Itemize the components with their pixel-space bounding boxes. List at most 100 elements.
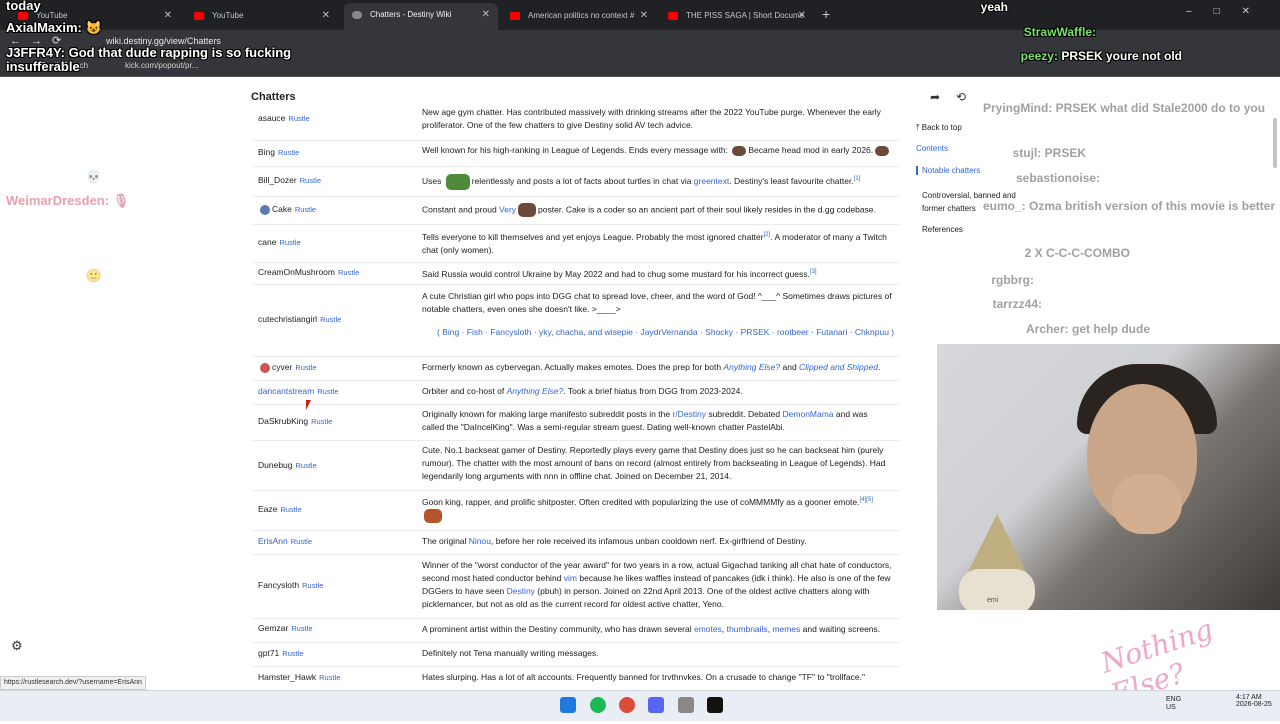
tiktok-icon[interactable] [707, 697, 723, 713]
table-row: Fancysloth Rustle Winner of the "worst co… [252, 554, 900, 619]
chat-message: J3FFR4Y: God that dude rapping is so fuc… [6, 45, 292, 74]
rustle-link[interactable]: Rustle [302, 581, 323, 590]
share-icon[interactable]: ➦ [930, 90, 940, 104]
chatter-description: Said Russia would control Ukraine by May… [422, 268, 817, 279]
chatter-description: Definitely not Tena manually writing mes… [422, 648, 599, 658]
status-bar-url: https://rustlesearch.dev/?username=ErisA… [0, 676, 146, 690]
rustle-link[interactable]: Rustle [288, 114, 309, 123]
chat-message: eumo_: Ozma british version of this movi… [983, 199, 1276, 213]
chatter-description: Goon king, rapper, and prolific shitpost… [422, 494, 892, 523]
rustle-link[interactable]: Rustle [300, 176, 321, 185]
chatter-name: cane Rustle [258, 237, 301, 247]
discord-icon[interactable] [648, 697, 664, 713]
window-controls[interactable]: –□✕ [1186, 6, 1272, 17]
tab-american-politics[interactable]: American politics no context # ✕ [502, 5, 656, 27]
taskbar [0, 690, 1280, 721]
chrome-icon[interactable] [619, 697, 635, 713]
table-row: cyver Rustle Formerly known as cybervegan… [252, 356, 900, 381]
emote-icon [875, 145, 890, 156]
rustle-link[interactable]: Rustle [320, 315, 341, 324]
settings-icon[interactable] [678, 697, 694, 713]
rustle-link[interactable]: Rustle [296, 461, 317, 470]
chatter-name: cyver Rustle [258, 362, 317, 373]
drawings-list[interactable]: ( Bing · Fish · Fancysloth · yky, chacha… [437, 326, 907, 339]
chatter-name: Hamster_Hawk Rustle [258, 672, 341, 682]
table-row: asauce Rustle New age gym chatter. Has co… [252, 106, 900, 141]
chatter-description: A prominent artist within the Destiny co… [422, 624, 881, 634]
emote-icon: 😺 [85, 20, 102, 35]
tab-youtube-2[interactable]: YouTube ✕ [186, 5, 338, 27]
chat-message: WeimarDresden: 🎙 [6, 193, 130, 208]
rustle-link[interactable]: Rustle [317, 387, 338, 396]
chatter-description: The original Ninou, before her role rece… [422, 536, 807, 546]
table-row: Gemzar Rustle A prominent artist within t… [252, 618, 900, 643]
toc-contents[interactable]: Contents [916, 144, 948, 153]
rustle-link[interactable]: Rustle [295, 363, 316, 372]
close-icon[interactable]: ✕ [322, 5, 330, 27]
chatter-name: Bing Rustle [258, 147, 300, 157]
chat-message: Archer: get help dude [1025, 322, 1150, 336]
chatter-name: dancantstream Rustle [258, 386, 339, 396]
close-icon[interactable]: ✕ [640, 5, 648, 27]
rustle-link[interactable]: Rustle [282, 649, 303, 658]
emote-icon [732, 145, 747, 156]
chat-message: J3FFR4Y: OMG YES!!!!! DRILL ME DADDY!!! [6, 99, 216, 138]
rustle-link[interactable]: Rustle [280, 505, 301, 514]
rustle-link[interactable]: Rustle [319, 673, 340, 682]
rustle-link[interactable]: Rustle [311, 417, 332, 426]
windows-start-icon[interactable] [560, 697, 576, 713]
rustle-link[interactable]: Rustle [338, 268, 359, 277]
chat-message: sebastionoise: [1015, 171, 1100, 185]
turtle-emote-icon [445, 173, 470, 190]
tab-piss-saga[interactable]: THE PISS SAGA | Short Docume ✕ [660, 5, 814, 27]
emote-icon: 🎙 [112, 193, 130, 208]
chat-message: AxialMaxim: 💀 [6, 169, 102, 184]
close-icon[interactable]: ✕ [164, 5, 172, 27]
clock[interactable]: 4:17 AM 2026-08-25 [1236, 694, 1272, 708]
table-row: Cake Rustle Constant and proud Very poster… [252, 196, 900, 225]
gnome-label: emi [987, 597, 999, 604]
table-row: CreamOnMushroom Rustle Said Russia would … [252, 262, 900, 285]
overlay-corner-text: today [6, 0, 41, 13]
rustle-link[interactable]: Rustle [279, 238, 300, 247]
language-indicator[interactable]: ENG US [1166, 696, 1186, 712]
youtube-icon [18, 12, 28, 20]
chat-message: AxialMaxim: NEW LORE [6, 243, 156, 258]
table-row: ErisAnn Rustle The original Ninou, before… [252, 530, 900, 555]
back-to-top-link[interactable]: ⤒ Back to top [916, 123, 962, 133]
youtube-icon [194, 12, 204, 20]
rustle-link[interactable]: Rustle [295, 205, 316, 214]
scrollbar[interactable] [1273, 118, 1277, 168]
chat-message: stujl: PRSEK [1012, 146, 1086, 160]
tab-chatters-wiki[interactable]: Chatters - Destiny Wiki ✕ [344, 3, 498, 30]
mouse-cursor [306, 400, 311, 410]
gear-icon[interactable]: ⚙ [11, 638, 23, 654]
toc-references[interactable]: References [922, 225, 963, 234]
webcam-feed: emi [937, 344, 1280, 610]
toc-notable-chatters[interactable]: Notable chatters [916, 166, 980, 175]
chatter-name: cutechristiangirl Rustle [258, 314, 342, 324]
rustle-link[interactable]: Rustle [278, 148, 299, 157]
chatter-name: Eaze Rustle [258, 504, 302, 514]
chatter-description: New age gym chatter. Has contributed mas… [422, 107, 881, 130]
chat-message: AxialMaxim: can't close vim [6, 218, 179, 233]
emote-icon [518, 203, 537, 217]
table-row: DaSkrubKing Rustle Originally known for m… [252, 404, 900, 441]
close-icon[interactable]: ✕ [482, 3, 490, 27]
emote-icon [424, 508, 442, 523]
gnome-plush: emi [959, 569, 1035, 610]
youtube-icon [668, 12, 678, 20]
chatter-name: Gemzar Rustle [258, 623, 313, 633]
tab-title: THE PISS SAGA | Short Docume [686, 11, 805, 20]
new-tab-button[interactable]: + [822, 6, 830, 22]
spotify-icon[interactable] [590, 697, 606, 713]
chat-message: 2 X C-C-C-COMBO [1024, 246, 1130, 260]
chatter-name: Bill_Dozer Rustle [258, 175, 322, 185]
rustle-link[interactable]: Rustle [291, 537, 312, 546]
chatter-name: DaSkrubKing Rustle [258, 416, 333, 426]
chat-message: PryingMind: PRSEK what did Stale2000 do … [983, 101, 1266, 115]
table-row: dancantstream Rustle Orbiter and co-host … [252, 380, 900, 405]
close-icon[interactable]: ✕ [798, 5, 806, 27]
history-icon[interactable]: ⟲ [956, 90, 966, 104]
rustle-link[interactable]: Rustle [291, 624, 312, 633]
